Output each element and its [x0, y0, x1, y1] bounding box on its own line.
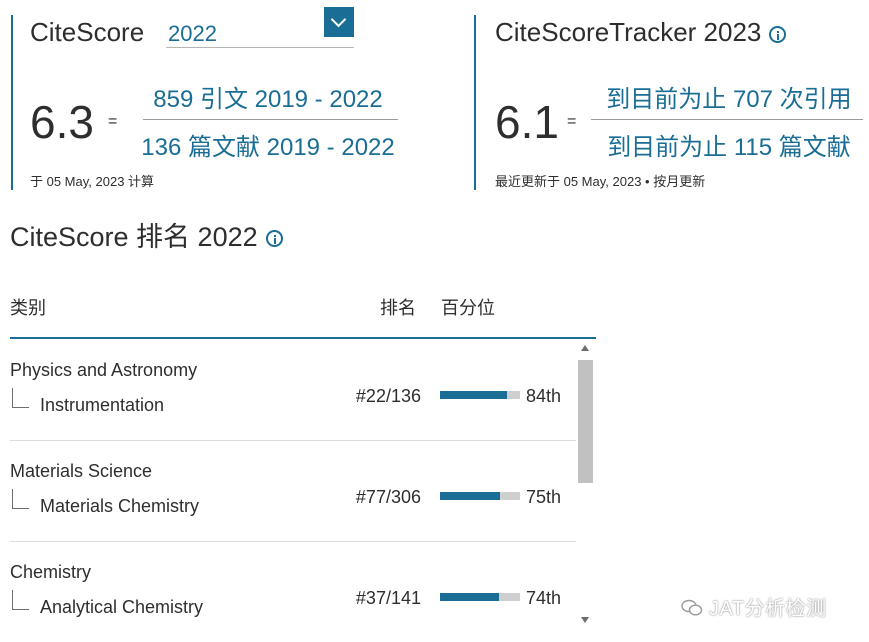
subcategory-name: Analytical Chemistry: [40, 597, 204, 617]
info-icon[interactable]: [769, 25, 787, 43]
percentile-bar: [440, 391, 520, 399]
equals-sign: =: [108, 113, 118, 130]
column-header-rank: 排名: [380, 298, 416, 318]
subcategory-name: Instrumentation: [40, 395, 165, 415]
ranking-title-text: CiteScore 排名 2022: [10, 222, 258, 252]
percentile-value: 84th: [526, 386, 562, 406]
percentile-value: 74th: [526, 588, 562, 608]
watermark: JAT分析检测: [681, 592, 827, 621]
ranking-list[interactable]: Physics and Astronomy Instrumentation #2…: [10, 339, 576, 642]
rank-value: #22/136: [355, 386, 421, 406]
year-dropdown-button[interactable]: [324, 7, 354, 37]
year-select[interactable]: 2022: [166, 7, 354, 48]
fraction-line: [591, 119, 863, 120]
citescore-title: CiteScore: [30, 17, 145, 47]
scroll-up-arrow-icon[interactable]: [581, 345, 589, 351]
percentile-bar-fill: [440, 593, 500, 601]
scrollbar[interactable]: [577, 343, 594, 633]
percentile-bar-fill: [440, 391, 508, 399]
tree-branch-icon: [12, 388, 29, 408]
year-select-value: 2022: [168, 21, 217, 46]
scroll-down-arrow-icon[interactable]: [581, 617, 589, 623]
tree-branch-icon: [12, 590, 29, 610]
chevron-down-icon: [330, 11, 347, 28]
fraction-line: [143, 119, 398, 120]
column-header-category: 类别: [10, 298, 46, 318]
scrollbar-thumb[interactable]: [578, 360, 593, 483]
percentile-bar: [440, 492, 520, 500]
column-header-percentile: 百分位: [441, 298, 495, 318]
table-row: Chemistry Analytical Chemistry #37/141 7…: [10, 541, 576, 642]
citescore-panel: CiteScore 2022 6.3 = 859 引文 2019 - 2022 …: [11, 7, 413, 190]
citescore-page: CiteScore 2022 6.3 = 859 引文 2019 - 2022 …: [0, 0, 869, 642]
percentile-bar: [440, 593, 520, 601]
tracker-citations-link[interactable]: 到目前为止 707 次引用: [594, 79, 864, 114]
info-icon[interactable]: [265, 230, 283, 248]
wechat-icon: [681, 599, 703, 616]
table-row: Materials Science Materials Chemistry #7…: [10, 440, 576, 542]
tracker-value: 6.1: [495, 96, 559, 148]
rank-value: #37/141: [355, 588, 421, 608]
tracker-panel: CiteScoreTracker 2023 6.1 = 到目前为止 707 次引…: [474, 15, 869, 190]
tracker-title-text: CiteScoreTracker 2023: [495, 17, 762, 47]
documents-link[interactable]: 136 篇文献 2019 - 2022: [133, 127, 403, 162]
update-note: 最近更新于 05 May, 2023 • 按月更新: [495, 174, 706, 189]
citations-link[interactable]: 859 引文 2019 - 2022: [133, 79, 403, 114]
calculated-date: 于 05 May, 2023 计算: [30, 174, 155, 189]
ranking-title: CiteScore 排名 2022: [10, 215, 283, 254]
tracker-title: CiteScoreTracker 2023: [495, 17, 787, 48]
tree-branch-icon: [12, 489, 29, 509]
table-row: Physics and Astronomy Instrumentation #2…: [10, 339, 576, 441]
percentile-bar-fill: [440, 492, 500, 500]
category-name: Materials Science: [10, 461, 153, 481]
subcategory-name: Materials Chemistry: [40, 496, 200, 516]
equals-sign: =: [567, 113, 577, 130]
watermark-text: JAT分析检测: [709, 598, 827, 620]
citescore-value: 6.3: [30, 96, 94, 148]
category-name: Physics and Astronomy: [10, 360, 198, 380]
category-name: Chemistry: [10, 562, 92, 582]
tracker-documents-link[interactable]: 到目前为止 115 篇文献: [594, 127, 864, 162]
percentile-value: 75th: [526, 487, 562, 507]
rank-value: #77/306: [355, 487, 421, 507]
